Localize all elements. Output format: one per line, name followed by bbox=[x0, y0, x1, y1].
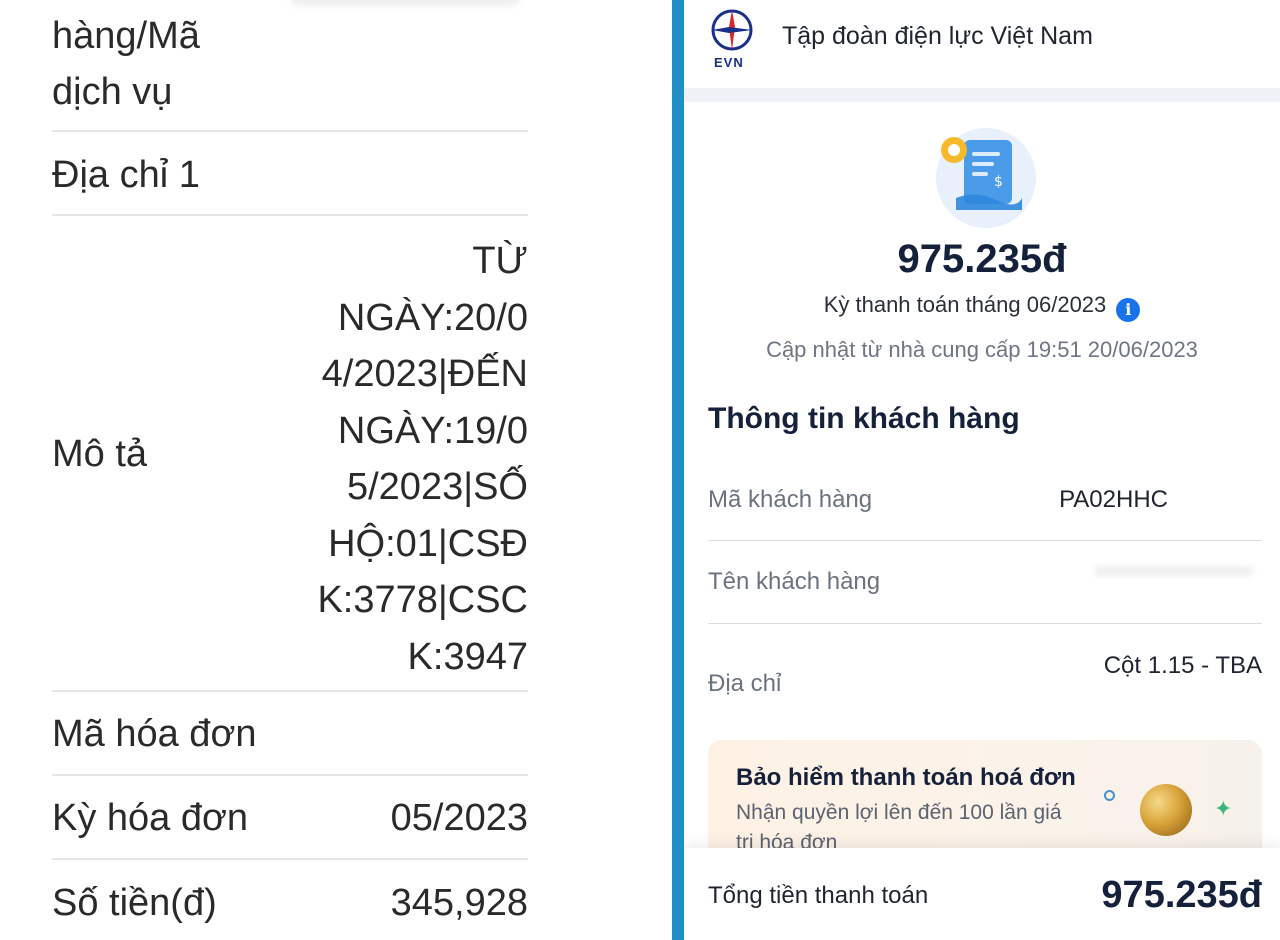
address-value: Cột 1.15 - TBA bbox=[1103, 652, 1262, 679]
sparkle-icon: ✦ bbox=[1214, 796, 1233, 821]
row-divider bbox=[708, 623, 1262, 624]
image-divider bbox=[672, 0, 684, 940]
address1-label: Địa chỉ 1 bbox=[52, 154, 200, 196]
row-divider bbox=[52, 774, 528, 776]
description-line: NGÀY:19/0 bbox=[337, 409, 528, 452]
header-separator bbox=[684, 88, 1280, 102]
customer-name-label: Tên khách hàng bbox=[708, 568, 881, 595]
service-code-label-line2: dịch vụ bbox=[52, 71, 173, 113]
customer-info-title: Thông tin khách hàng bbox=[708, 402, 1020, 435]
svg-text:$: $ bbox=[994, 174, 1003, 190]
row-divider bbox=[52, 690, 528, 692]
invoice-code-label: Mã hóa đơn bbox=[52, 713, 257, 755]
row-divider bbox=[708, 540, 1262, 541]
row-divider bbox=[52, 858, 528, 860]
row-divider bbox=[52, 130, 528, 132]
redacted-name bbox=[1094, 566, 1254, 576]
globe-icon bbox=[1140, 784, 1192, 836]
receipt-illustration: $ bbox=[936, 128, 1036, 228]
total-label: Tổng tiền thanh toán bbox=[708, 882, 929, 909]
description-line: HỘ:01|CSĐ bbox=[328, 522, 528, 565]
description-line: 4/2023|ĐẾN bbox=[321, 353, 528, 395]
evn-logo-text: EVN bbox=[714, 55, 744, 70]
description-line: 5/2023|SỐ bbox=[346, 466, 528, 508]
decor-dot-icon bbox=[1104, 790, 1115, 801]
left-invoice-panel: hàng/Mã dịch vụ Địa chỉ 1 Mô tả TỪ NGÀY:… bbox=[0, 0, 672, 940]
org-name: Tập đoàn điện lực Việt Nam bbox=[782, 22, 1093, 50]
description-value: TỪ NGÀY:20/0 4/2023|ĐẾN NGÀY:19/0 5/2023… bbox=[278, 233, 528, 685]
total-bar: Tổng tiền thanh toán 975.235đ bbox=[684, 848, 1280, 940]
description-label: Mô tả bbox=[52, 433, 148, 475]
service-code-label-line1: hàng/Mã bbox=[52, 15, 200, 57]
amount-due: 975.235đ bbox=[897, 237, 1067, 281]
customer-code-value: PA02HHC bbox=[1059, 486, 1168, 513]
receipt-icon: $ bbox=[941, 137, 1022, 210]
updated-timestamp: Cập nhật từ nhà cung cấp 19:51 20/06/202… bbox=[766, 337, 1198, 362]
description-line: K:3778|CSC bbox=[317, 579, 528, 621]
invoice-period-value: 05/2023 bbox=[390, 797, 528, 839]
right-payment-panel: EVN Tập đoàn điện lực Việt Nam $ 975.235… bbox=[684, 0, 1280, 940]
billing-period: Kỳ thanh toán tháng 06/2023 bbox=[823, 292, 1107, 317]
customer-code-label: Mã khách hàng bbox=[708, 486, 873, 513]
invoice-period-label: Kỳ hóa đơn bbox=[52, 797, 249, 839]
amount-value: 345,928 bbox=[390, 882, 528, 924]
info-icon[interactable]: i bbox=[1116, 298, 1141, 322]
redacted-top-value bbox=[290, 0, 520, 6]
app-header: EVN Tập đoàn điện lực Việt Nam bbox=[684, 0, 1280, 88]
total-value: 975.235đ bbox=[1101, 874, 1262, 916]
description-line: K:3947 bbox=[407, 635, 528, 678]
insurance-title: Bảo hiểm thanh toán hoá đơn bbox=[736, 764, 1076, 791]
billing-period-row: Kỳ thanh toán tháng 06/2023 i bbox=[684, 292, 1280, 322]
row-divider bbox=[52, 214, 528, 216]
amount-label: Số tiền(đ) bbox=[52, 882, 217, 924]
description-line: TỪ bbox=[472, 240, 528, 282]
address-label: Địa chỉ bbox=[708, 670, 782, 697]
description-line: NGÀY:20/0 bbox=[337, 296, 528, 339]
